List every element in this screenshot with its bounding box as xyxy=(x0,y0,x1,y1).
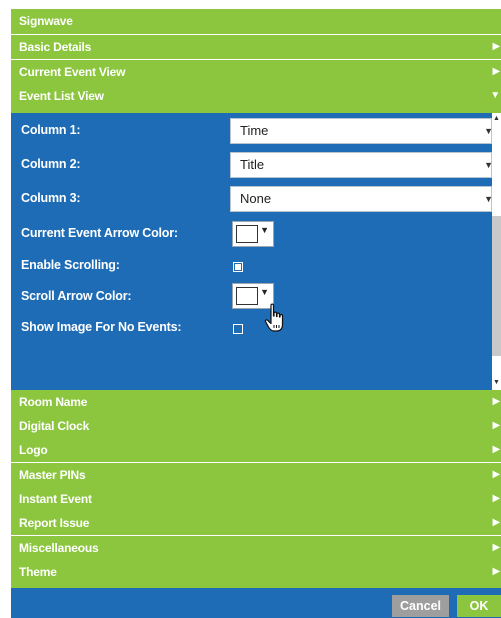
caret-down-icon: ▼ xyxy=(260,225,269,235)
column2-value: Title xyxy=(240,157,265,172)
section-master-pins[interactable]: Master PINs ▶ xyxy=(11,463,501,487)
enable-scrolling-label: Enable Scrolling: xyxy=(21,258,120,272)
section-label: Room Name xyxy=(19,395,88,409)
current-arrow-color-label: Current Event Arrow Color: xyxy=(21,226,178,240)
section-room-name[interactable]: Room Name ▶ xyxy=(11,390,501,414)
column3-select[interactable]: None ▼ xyxy=(230,186,493,212)
triangle-right-icon: ▶ xyxy=(492,420,501,431)
section-label: Report Issue xyxy=(19,516,90,530)
dialog-footer: Cancel OK xyxy=(11,588,501,618)
section-label: Basic Details xyxy=(19,40,92,54)
triangle-right-icon: ▶ xyxy=(492,493,501,504)
scroll-up-icon[interactable]: ▲ xyxy=(492,115,501,122)
section-basic-details[interactable]: Basic Details ▶ xyxy=(11,35,501,59)
header-sections: Signwave Basic Details ▶ Current Event V… xyxy=(11,9,501,113)
triangle-right-icon: ▶ xyxy=(492,66,501,77)
section-label: Logo xyxy=(19,443,48,457)
triangle-right-icon: ▶ xyxy=(492,444,501,455)
section-theme[interactable]: Theme ▶ xyxy=(11,560,501,584)
section-current-event-view[interactable]: Current Event View ▶ xyxy=(11,60,501,84)
column1-select[interactable]: Time ▼ xyxy=(230,118,493,144)
event-list-view-panel: Column 1: Time ▼ Column 2: Title ▼ Colum… xyxy=(11,113,501,390)
triangle-right-icon: ▶ xyxy=(492,41,501,52)
section-event-list-view[interactable]: Event List View ▼ xyxy=(11,84,501,108)
section-logo[interactable]: Logo ▶ xyxy=(11,438,501,462)
column3-value: None xyxy=(240,191,272,206)
scrollbar-thumb[interactable] xyxy=(492,216,501,356)
show-image-no-events-checkbox[interactable] xyxy=(233,324,243,334)
color-swatch xyxy=(236,287,258,305)
section-miscellaneous[interactable]: Miscellaneous ▶ xyxy=(11,536,501,560)
column1-label: Column 1: xyxy=(21,123,81,137)
panel-scrollbar[interactable]: ▲ ▼ xyxy=(492,113,501,390)
dialog-title: Signwave xyxy=(19,14,73,28)
triangle-right-icon: ▶ xyxy=(492,396,501,407)
caret-down-icon: ▼ xyxy=(260,287,269,297)
collapsed-sections: Room Name ▶ Digital Clock ▶ Logo ▶ Maste… xyxy=(11,390,501,588)
section-label: Master PINs xyxy=(19,468,86,482)
column2-label: Column 2: xyxy=(21,157,81,171)
show-image-no-events-label: Show Image For No Events: xyxy=(21,320,182,334)
triangle-right-icon: ▶ xyxy=(492,542,501,553)
column3-label: Column 3: xyxy=(21,191,81,205)
column2-select[interactable]: Title ▼ xyxy=(230,152,493,178)
ok-button[interactable]: OK xyxy=(457,595,501,617)
current-arrow-color-picker[interactable]: ▼ xyxy=(232,221,274,247)
section-label: Current Event View xyxy=(19,65,126,79)
section-label: Instant Event xyxy=(19,492,92,506)
column1-value: Time xyxy=(240,123,269,138)
triangle-right-icon: ▶ xyxy=(492,566,501,577)
section-label: Theme xyxy=(19,565,57,579)
triangle-down-icon: ▼ xyxy=(490,90,500,101)
enable-scrolling-checkbox[interactable] xyxy=(233,262,243,272)
section-digital-clock[interactable]: Digital Clock ▶ xyxy=(11,414,501,438)
hand-pointer-icon xyxy=(264,303,284,332)
section-instant-event[interactable]: Instant Event ▶ xyxy=(11,487,501,511)
section-label: Miscellaneous xyxy=(19,541,99,555)
triangle-right-icon: ▶ xyxy=(492,469,501,480)
color-swatch xyxy=(236,225,258,243)
settings-dialog: Signwave Basic Details ▶ Current Event V… xyxy=(11,9,501,618)
scroll-arrow-color-label: Scroll Arrow Color: xyxy=(21,289,132,303)
cancel-button[interactable]: Cancel xyxy=(392,595,449,617)
scroll-down-icon[interactable]: ▼ xyxy=(492,379,501,386)
section-report-issue[interactable]: Report Issue ▶ xyxy=(11,511,501,535)
section-label: Digital Clock xyxy=(19,419,90,433)
triangle-right-icon: ▶ xyxy=(492,517,501,528)
section-label: Event List View xyxy=(19,89,104,103)
